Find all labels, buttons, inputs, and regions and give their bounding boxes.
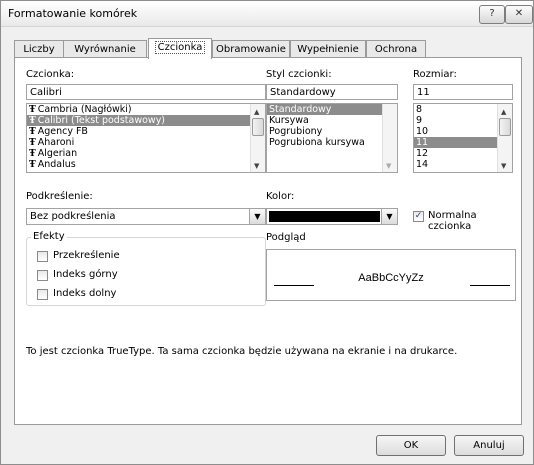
size-input[interactable]: 11	[413, 84, 513, 100]
color-label: Kolor:	[266, 191, 295, 202]
list-item-label: Kursywa	[269, 115, 309, 126]
scroll-up-icon[interactable]: ▲	[254, 108, 259, 116]
font-label: Czcionka:	[26, 69, 75, 80]
color-select[interactable]: ▼	[266, 208, 398, 225]
title-bar: Formatowanie komórek ? ✕	[1, 1, 533, 27]
subscript-checkbox[interactable]	[37, 289, 48, 300]
size-list[interactable]: 8 9 10 11 12 14 ▲ ▼	[413, 103, 513, 173]
preview-baseline-left	[274, 285, 314, 286]
truetype-icon: Ŧ	[29, 149, 36, 159]
list-item[interactable]: Standardowy	[267, 104, 397, 115]
list-item-label: 12	[416, 148, 429, 159]
format-cells-dialog: Formatowanie komórek ? ✕ Liczby Wyrównan…	[0, 0, 534, 465]
strikethrough-label[interactable]: Przekreślenie	[53, 250, 120, 261]
normal-font-checkbox[interactable]: ✓	[413, 211, 424, 222]
tab-ochrona[interactable]: Ochrona	[366, 40, 426, 57]
cancel-button[interactable]: Anuluj	[454, 435, 524, 456]
style-list-scrollbar[interactable]: ▼	[382, 104, 397, 172]
tab-obramowanie[interactable]: Obramowanie	[212, 40, 290, 57]
list-item-label: 14	[416, 159, 429, 170]
color-dropdown-button[interactable]: ▼	[381, 209, 397, 224]
tab-liczby[interactable]: Liczby	[14, 40, 64, 57]
help-button[interactable]: ?	[479, 5, 505, 24]
list-item[interactable]: Ŧ Agency FB	[27, 126, 265, 137]
scroll-down-icon[interactable]: ▼	[501, 162, 506, 170]
list-item[interactable]: Ŧ Aharoni	[27, 137, 265, 148]
underline-value: Bez podkreślenia	[30, 211, 116, 222]
tab-czcionka[interactable]: Czcionka	[148, 38, 212, 59]
effects-title: Efekty	[31, 231, 67, 242]
superscript-checkbox[interactable]	[37, 270, 48, 281]
scroll-down-icon[interactable]: ▼	[254, 162, 259, 170]
list-item-label: Cambria (Nagłówki)	[37, 104, 132, 115]
truetype-icon: Ŧ	[29, 105, 36, 115]
subscript-label[interactable]: Indeks dolny	[53, 288, 116, 299]
list-item-label: Pogrubiona kursywa	[269, 137, 365, 148]
size-list-scrollbar[interactable]: ▲ ▼	[497, 104, 512, 172]
font-tab-panel: Czcionka: Calibri Ŧ Cambria (Nagłówki) Ŧ Ca…	[14, 57, 522, 425]
tab-wyrownanie[interactable]: Wyrównanie	[63, 40, 147, 57]
list-item-label: Standardowy	[269, 104, 332, 115]
font-input[interactable]: Calibri	[26, 84, 266, 100]
dialog-title: Formatowanie komórek	[8, 7, 138, 20]
size-label: Rozmiar:	[413, 69, 457, 80]
tab-wypelnienie[interactable]: Wypełnienie	[290, 40, 366, 57]
list-item[interactable]: Pogrubiony	[267, 126, 397, 137]
font-list[interactable]: Ŧ Cambria (Nagłówki) Ŧ Calibri (Tekst podst…	[26, 103, 266, 173]
truetype-icon: Ŧ	[29, 138, 36, 148]
normal-font-label[interactable]: Normalna czcionka	[428, 210, 521, 232]
list-item-label: Aharoni	[37, 137, 75, 148]
list-item[interactable]: Ŧ Cambria (Nagłówki)	[27, 104, 265, 115]
close-icon: ✕	[514, 8, 524, 19]
list-item-label: 8	[416, 104, 423, 115]
preview-baseline-right	[470, 285, 510, 286]
list-item[interactable]: Ŧ Algerian	[27, 148, 265, 159]
list-item-label: 11	[416, 137, 429, 148]
font-info-text: To jest czcionka TrueType. Ta sama czcio…	[26, 346, 458, 357]
underline-label: Podkreślenie:	[26, 191, 93, 202]
scroll-down-icon[interactable]: ▼	[386, 162, 391, 170]
font-list-scrollbar[interactable]: ▲ ▼	[250, 104, 265, 172]
list-item[interactable]: Pogrubiona kursywa	[267, 137, 397, 148]
style-input[interactable]: Standardowy	[266, 84, 398, 100]
list-item[interactable]: Ŧ Andalus	[27, 159, 265, 170]
style-list[interactable]: Standardowy Kursywa Pogrubiony Pogrubiona k…	[266, 103, 398, 173]
underline-dropdown-button[interactable]: ▼	[249, 209, 265, 224]
strikethrough-checkbox[interactable]	[37, 251, 48, 262]
list-item-label: Calibri (Tekst podstawowy)	[37, 115, 166, 126]
style-label: Styl czcionki:	[266, 69, 332, 80]
truetype-icon: Ŧ	[29, 160, 36, 170]
truetype-icon: Ŧ	[29, 127, 36, 137]
color-swatch	[269, 211, 380, 222]
superscript-label[interactable]: Indeks górny	[53, 269, 118, 280]
list-item-label: 9	[416, 115, 423, 126]
list-item[interactable]: Ŧ Calibri (Tekst podstawowy)	[27, 115, 265, 126]
underline-select[interactable]: Bez podkreślenia ▼	[26, 208, 266, 225]
truetype-icon: Ŧ	[29, 116, 36, 126]
chevron-down-icon: ▼	[386, 212, 393, 221]
preview-sample: AaBbCcYyZz	[358, 272, 424, 284]
close-button[interactable]: ✕	[505, 5, 533, 24]
list-item-label: 10	[416, 126, 429, 137]
scroll-up-icon[interactable]: ▲	[501, 108, 506, 116]
preview-box: AaBbCcYyZz	[266, 249, 516, 301]
preview-title: Podgląd	[266, 232, 306, 243]
ok-button[interactable]: OK	[376, 435, 446, 456]
list-item-label: Pogrubiony	[269, 126, 323, 137]
list-item[interactable]: Kursywa	[267, 115, 397, 126]
list-item-label: Andalus	[37, 159, 76, 170]
tab-czcionka-label: Czcionka	[154, 41, 206, 54]
list-item-label: Algerian	[37, 148, 78, 159]
font-list-scroll-thumb[interactable]	[252, 118, 264, 136]
size-list-scroll-thumb[interactable]	[499, 118, 511, 136]
chevron-down-icon: ▼	[254, 212, 261, 221]
check-icon: ✓	[414, 211, 423, 221]
list-item-label: Agency FB	[37, 126, 88, 137]
